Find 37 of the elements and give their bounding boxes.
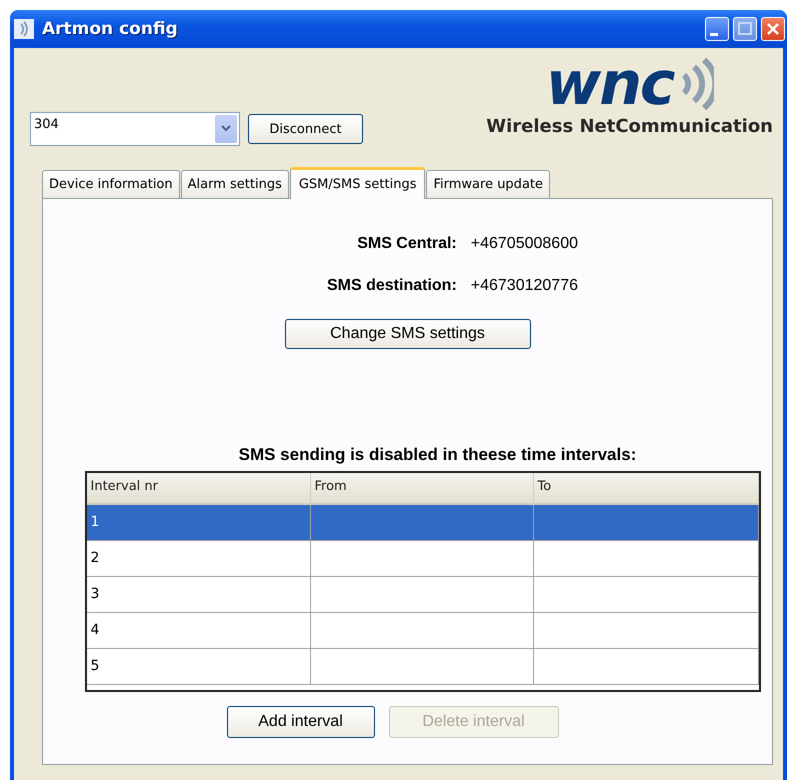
minimize-icon	[710, 32, 718, 36]
maximize-button[interactable]	[733, 17, 757, 41]
tab[interactable]: Device information	[42, 170, 180, 198]
minimize-button[interactable]	[705, 17, 729, 41]
table-row[interactable]: 5	[86, 649, 758, 685]
column-header[interactable]: Interval nr	[86, 473, 310, 503]
column-header[interactable]: To	[534, 473, 758, 503]
interval-button[interactable]: Add interval	[226, 706, 374, 738]
tab[interactable]: Alarm settings	[180, 170, 289, 198]
field-label: SMS destination:	[326, 277, 457, 295]
chevron-down-icon	[221, 125, 231, 133]
signal-waves-icon	[680, 57, 714, 111]
section-heading: SMS sending is disabled in theese time intervals:	[238, 445, 636, 465]
column-header[interactable]: From	[310, 473, 534, 503]
tab[interactable]: Firmware update	[426, 170, 550, 198]
maximize-icon	[736, 20, 754, 38]
logo-tagline: Wireless NetCommunication	[486, 116, 773, 137]
table-cell: 5	[90, 658, 100, 674]
table-cell: 2	[90, 550, 100, 566]
table-row[interactable]: 2	[86, 541, 758, 577]
device-dropdown[interactable]: 304	[30, 112, 240, 146]
table-row[interactable]: 1	[86, 505, 758, 541]
window-title: Artmon config	[42, 19, 179, 39]
field-label: SMS Central:	[356, 235, 457, 253]
logo-mark: wnc	[546, 54, 674, 114]
table-row[interactable]: 3	[86, 577, 758, 613]
field-value: +46730120776	[470, 277, 578, 295]
close-button[interactable]	[761, 17, 785, 41]
table-cell: 4	[90, 622, 100, 638]
disconnect-button[interactable]: Disconnect	[248, 114, 363, 144]
table-cell: 1	[90, 514, 100, 530]
app-icon	[14, 19, 34, 39]
field-value: +46705008600	[470, 235, 578, 253]
change-sms-settings-button[interactable]: Change SMS settings	[284, 319, 530, 349]
table-row[interactable]: 4	[86, 613, 758, 649]
tab[interactable]: GSM/SMS settings	[290, 167, 426, 199]
table-cell: 3	[90, 586, 100, 602]
